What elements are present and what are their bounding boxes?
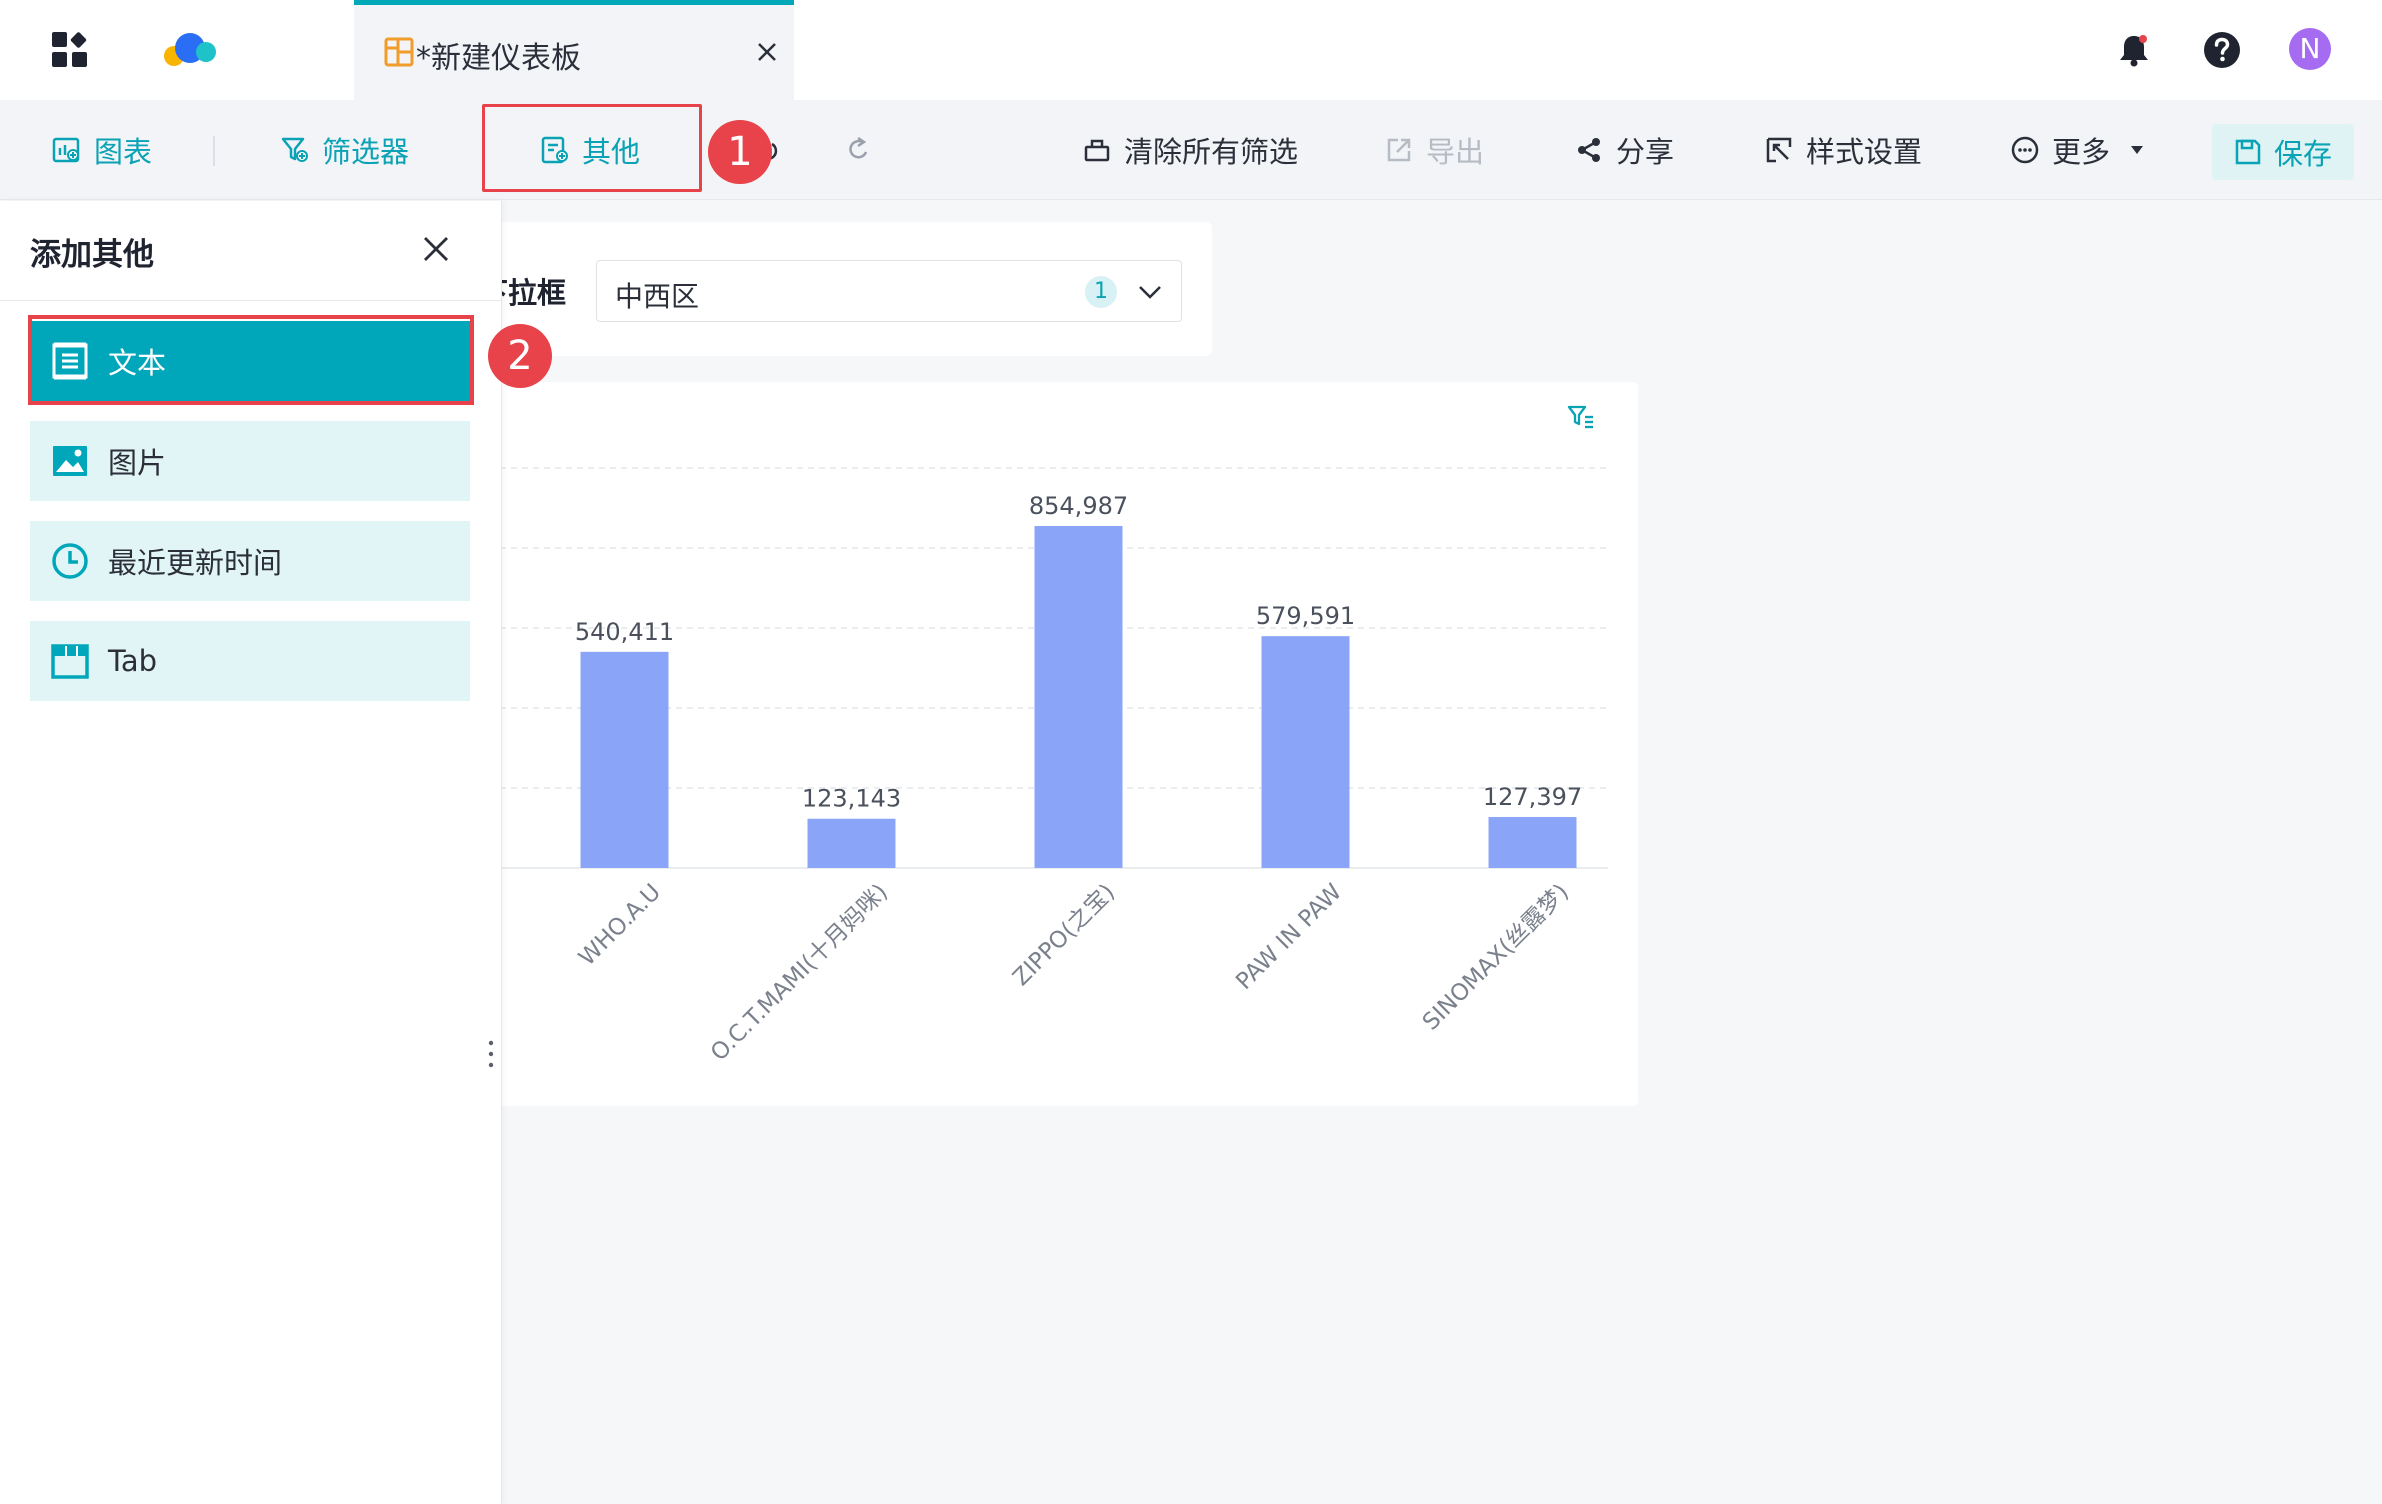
add-chart-label: 图表 (94, 135, 153, 169)
panel-item-last-updated[interactable]: 最近更新时间 (30, 521, 470, 601)
brush-icon (1766, 137, 1792, 163)
add-filter-label: 筛选器 (322, 135, 410, 169)
panel-item-last-updated-label: 最近更新时间 (108, 546, 283, 580)
style-settings-button[interactable]: 样式设置 (1764, 100, 1922, 200)
toolbar: 图表 筛选器 其他 清除所有筛选 导出 分享 样式设置 更多 (0, 100, 2382, 200)
clock-icon (52, 543, 88, 579)
chart-filter-icon[interactable] (1566, 402, 1596, 432)
save-label: 保存 (2273, 137, 2332, 171)
dropdown-filter-title: 下拉框 (492, 276, 566, 310)
filter-add-icon (281, 137, 308, 162)
save-icon (2235, 139, 2261, 165)
style-settings-label: 样式设置 (1806, 135, 1923, 169)
chart-add-icon (52, 137, 80, 163)
export-icon (1387, 138, 1411, 162)
panel-item-tab[interactable]: Tab (30, 621, 470, 701)
export-label: 导出 (1426, 135, 1485, 169)
panel-item-tab-label: Tab (108, 644, 158, 678)
dropdown-filter-select[interactable]: 中西区 1 (596, 260, 1182, 322)
image-icon (53, 446, 87, 476)
clear-all-filters-button[interactable]: 清除所有筛选 (1082, 100, 1298, 200)
panel-item-image[interactable]: 图片 (30, 421, 470, 501)
close-tab-icon[interactable] (754, 39, 780, 65)
redo-icon[interactable] (844, 134, 874, 164)
bar-chart-widget[interactable] (500, 382, 1638, 1106)
add-filter-button[interactable]: 筛选器 (280, 100, 409, 200)
dashboard-icon (384, 37, 414, 67)
share-button[interactable]: 分享 (1574, 100, 1674, 200)
panel-item-image-label: 图片 (108, 446, 167, 480)
close-panel-icon[interactable] (420, 233, 452, 265)
other-button-highlight (482, 104, 702, 192)
chevron-down-icon[interactable] (1137, 281, 1163, 303)
eraser-icon (1084, 139, 1110, 162)
add-chart-button[interactable]: 图表 (52, 100, 152, 200)
cloud-logo (164, 33, 216, 66)
help-icon[interactable] (2202, 30, 2242, 70)
user-avatar[interactable]: N (2289, 28, 2331, 70)
share-icon (1578, 138, 1600, 162)
step-1-badge: 1 (708, 120, 772, 184)
dropdown-selected-value: 中西区 (615, 280, 700, 313)
dashboard-tab-title: *新建仪表板 (416, 41, 581, 76)
apps-grid-icon[interactable] (52, 32, 88, 68)
tab-icon (51, 644, 89, 679)
step-2-badge: 2 (488, 324, 552, 388)
panel-title: 添加其他 (30, 237, 154, 273)
dashboard-tab[interactable]: *新建仪表板 (354, 0, 794, 100)
selected-count-badge: 1 (1085, 276, 1117, 308)
save-button[interactable]: 保存 (2212, 124, 2354, 180)
top-bar: *新建仪表板 N (0, 0, 2382, 100)
more-icon (2011, 136, 2039, 164)
resize-handle-icon[interactable] (487, 1039, 495, 1069)
more-label: 更多 (2052, 135, 2111, 169)
export-button[interactable]: 导出 (1384, 100, 1484, 200)
toolbar-divider (213, 136, 215, 166)
clear-all-filters-label: 清除所有筛选 (1124, 135, 1299, 169)
share-label: 分享 (1616, 135, 1675, 169)
text-item-highlight (28, 315, 474, 405)
panel-divider (0, 300, 502, 301)
caret-down-icon (2131, 146, 2144, 154)
more-menu-button[interactable]: 更多 (2010, 100, 2146, 200)
bell-icon[interactable] (2114, 30, 2154, 70)
